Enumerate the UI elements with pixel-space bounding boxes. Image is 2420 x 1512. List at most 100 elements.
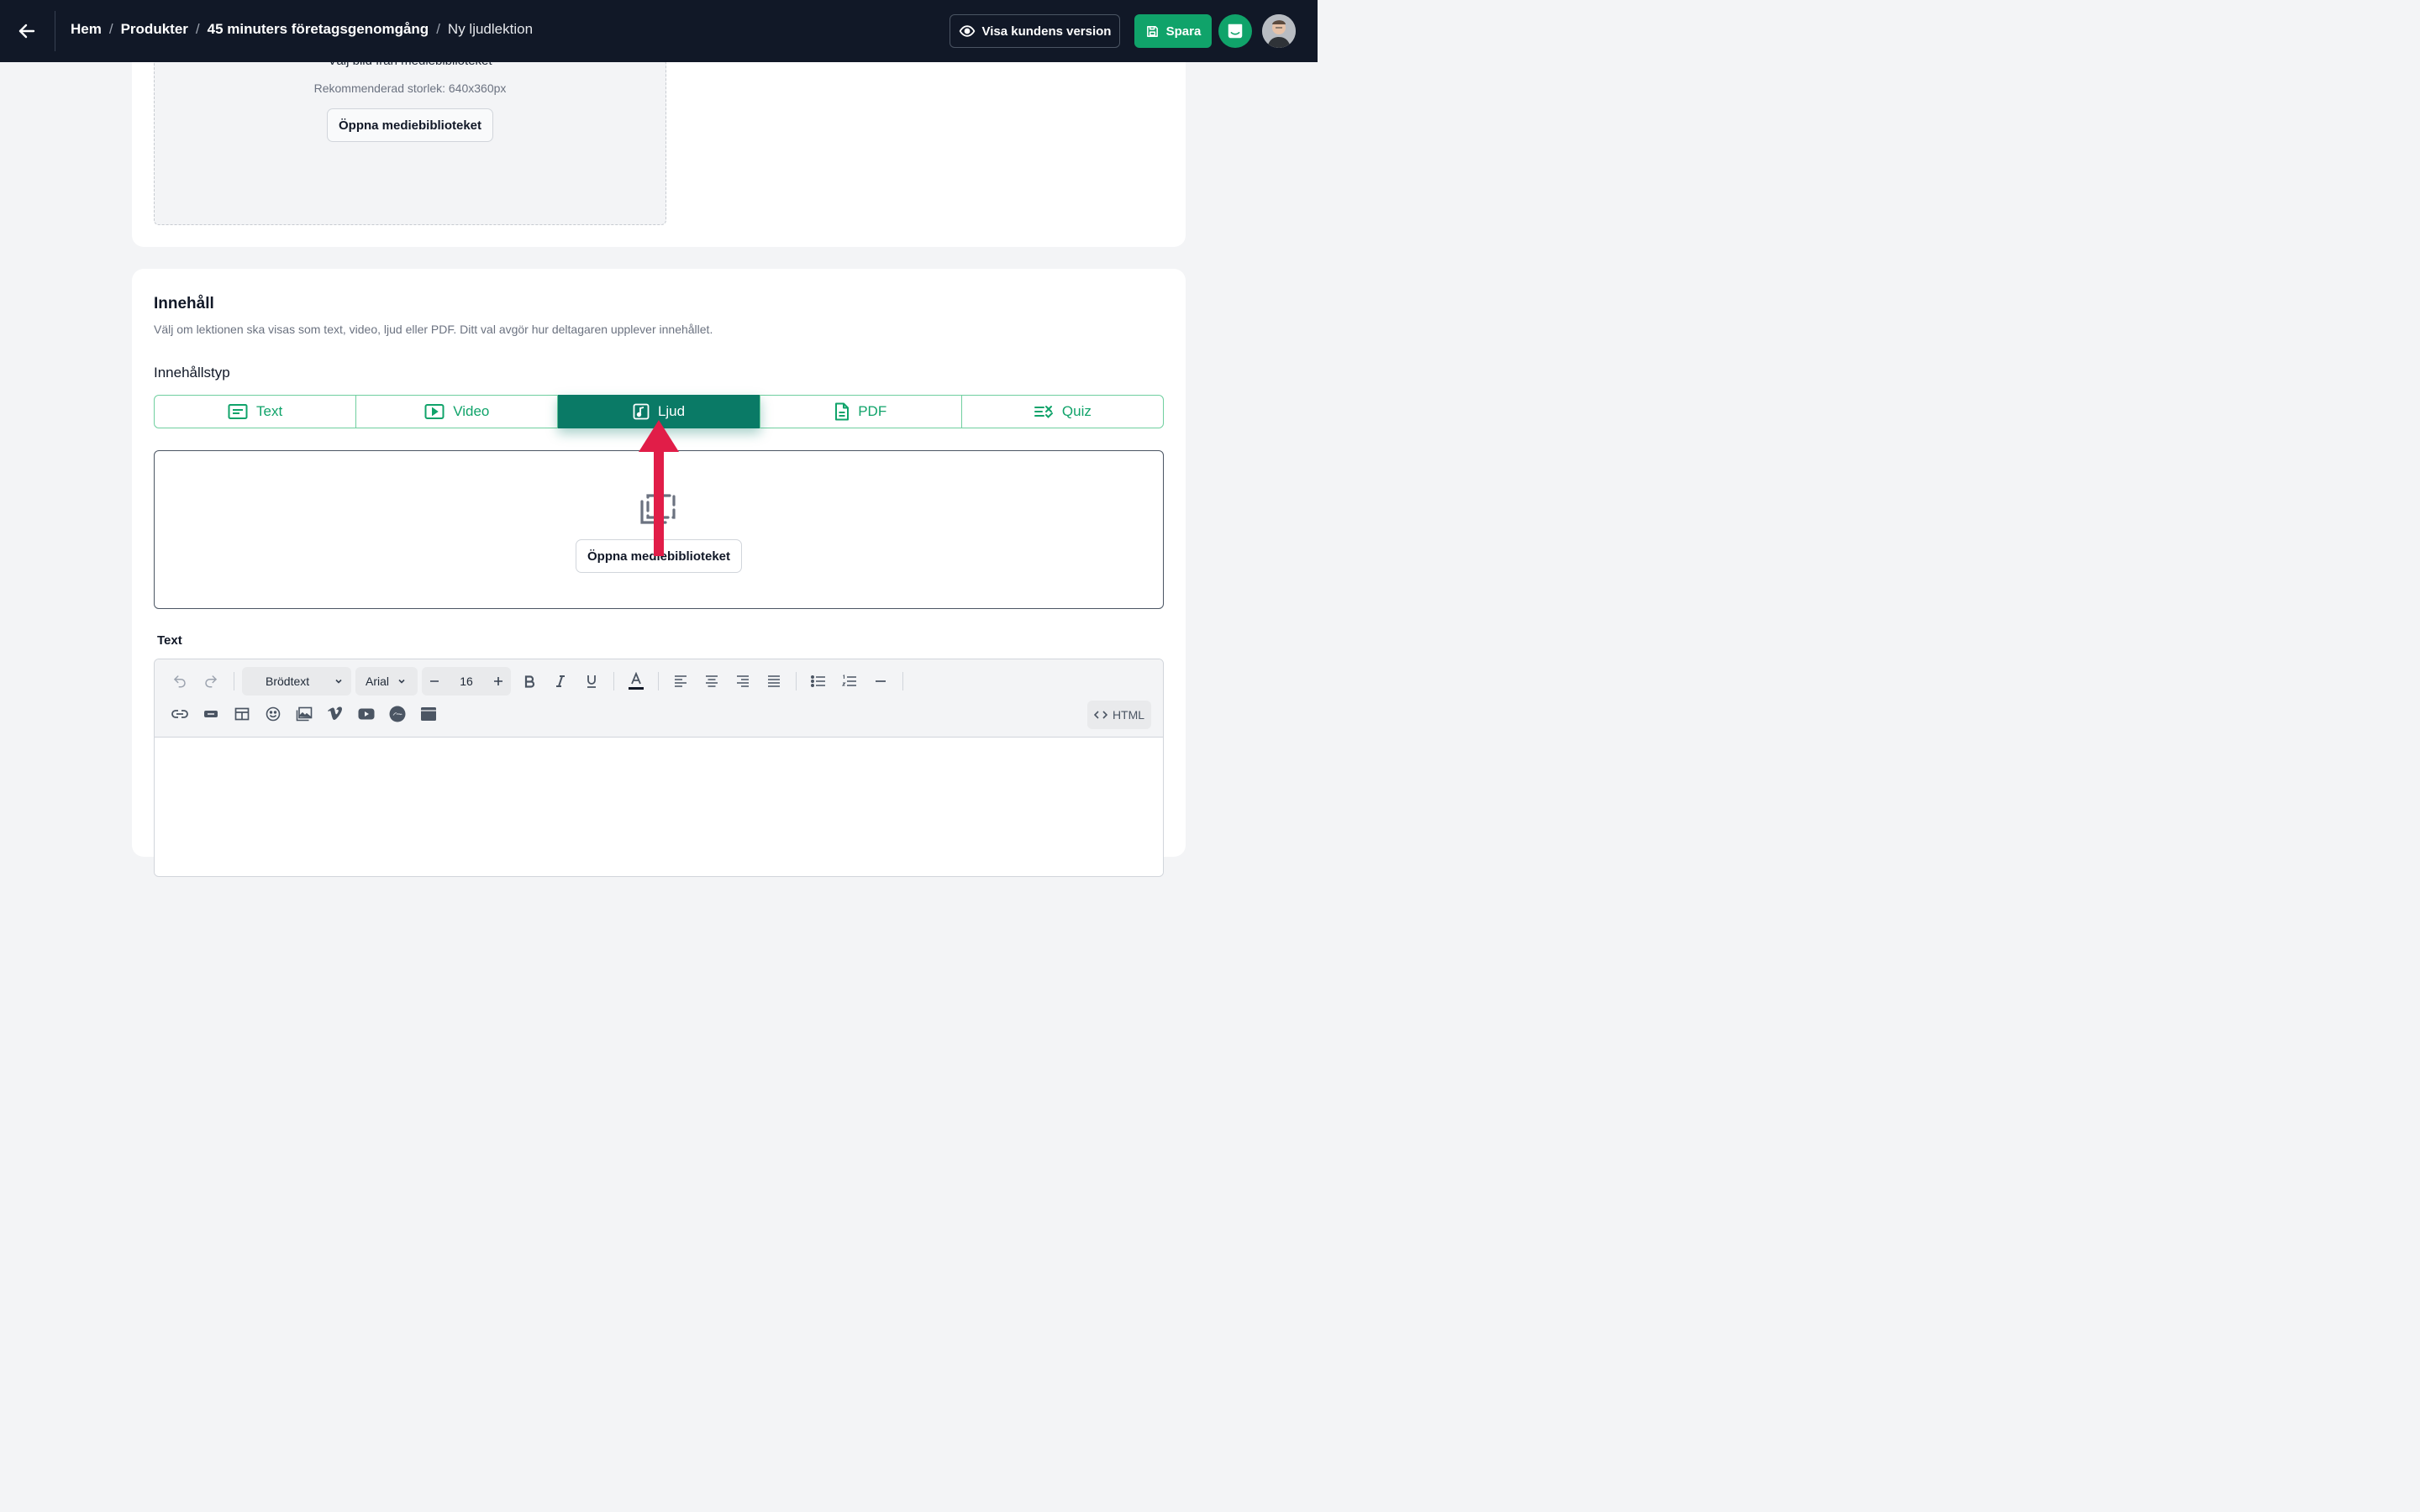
- breadcrumb-separator: /: [195, 21, 200, 37]
- save-icon: [1146, 25, 1158, 37]
- editor-content-area[interactable]: [155, 738, 1163, 876]
- undo-icon: [173, 675, 186, 688]
- youtube-icon: [358, 708, 375, 720]
- arrow-left-icon: [18, 24, 35, 39]
- emoji-icon: [266, 706, 281, 722]
- numbered-list-icon: [842, 675, 856, 686]
- content-type-quiz-label: Quiz: [1061, 403, 1092, 419]
- image-gallery-icon: [296, 706, 313, 722]
- content-type-text[interactable]: Text: [155, 396, 357, 428]
- eye-icon: [959, 25, 975, 37]
- text-icon: [228, 404, 248, 419]
- content-type-pdf-label: PDF: [858, 403, 887, 419]
- toolbar-separator: [796, 672, 797, 690]
- content-type-pdf[interactable]: PDF: [760, 396, 962, 428]
- font-family-value: Arial: [366, 675, 390, 688]
- align-left-button[interactable]: [670, 670, 692, 692]
- back-button[interactable]: [12, 16, 42, 46]
- section-description: Välj om lektionen ska visas som text, vi…: [154, 323, 713, 336]
- canva-icon: [389, 706, 406, 722]
- insert-canva-button[interactable]: [387, 703, 408, 725]
- annotation-arrow-icon: [639, 420, 679, 556]
- breadcrumb-separator: /: [108, 21, 113, 37]
- table-icon: [234, 707, 250, 721]
- insert-emoji-button[interactable]: [262, 703, 284, 725]
- underline-button[interactable]: [581, 670, 602, 692]
- image-card: Välj bild från mediebiblioteket Rekommen…: [132, 34, 1186, 247]
- content-type-audio-label: Ljud: [657, 403, 686, 419]
- breadcrumb-current: Ny ljudlektion: [447, 21, 534, 37]
- content-type-video-label: Video: [453, 403, 490, 419]
- top-bar: Hem / Produkter / 45 minuters företagsge…: [0, 0, 1318, 62]
- breadcrumb-separator: /: [436, 21, 440, 37]
- chevron-down-icon: [335, 679, 342, 684]
- horizontal-rule-icon: [876, 680, 886, 682]
- minus-icon[interactable]: [429, 675, 440, 687]
- preview-customer-label: Visa kundens version: [981, 24, 1112, 39]
- font-family-dropdown[interactable]: Arial: [355, 667, 418, 696]
- embed-window-icon: [421, 707, 436, 721]
- video-icon: [424, 404, 445, 419]
- html-source-label: HTML: [1112, 708, 1145, 722]
- save-button[interactable]: Spara: [1134, 14, 1212, 48]
- editor-toolbar: Brödtext Arial 16 HTML: [155, 659, 1163, 738]
- text-color-button[interactable]: [625, 670, 647, 692]
- link-icon: [171, 710, 188, 718]
- bold-button[interactable]: [518, 670, 540, 692]
- undo-button[interactable]: [169, 670, 191, 692]
- insert-youtube-button[interactable]: [355, 703, 377, 725]
- horizontal-rule-button[interactable]: [870, 670, 892, 692]
- align-center-icon: [706, 675, 718, 687]
- image-size-hint: Rekommenderad storlek: 640x360px: [313, 81, 507, 95]
- block-format-value: Brödtext: [266, 675, 310, 688]
- breadcrumb-products[interactable]: Produkter: [121, 21, 188, 38]
- image-dropzone[interactable]: Välj bild från mediebiblioteket Rekommen…: [154, 59, 666, 225]
- vimeo-icon: [328, 706, 343, 720]
- align-right-button[interactable]: [732, 670, 754, 692]
- content-type-text-label: Text: [256, 403, 283, 419]
- audio-icon: [633, 403, 650, 420]
- block-format-dropdown[interactable]: Brödtext: [242, 667, 351, 696]
- insert-link-button[interactable]: [169, 703, 191, 725]
- chat-button[interactable]: [1218, 14, 1252, 48]
- insert-embed-button[interactable]: [418, 703, 439, 725]
- insert-table-button[interactable]: [231, 703, 253, 725]
- user-avatar[interactable]: [1262, 14, 1296, 48]
- text-color-icon: [629, 672, 644, 690]
- bullet-list-button[interactable]: [808, 670, 829, 692]
- numbered-list-button[interactable]: [839, 670, 860, 692]
- align-justify-icon: [768, 675, 780, 687]
- insert-image-button[interactable]: [293, 703, 315, 725]
- align-center-button[interactable]: [701, 670, 723, 692]
- code-icon: [1093, 711, 1107, 719]
- underline-icon: [587, 675, 596, 688]
- plus-icon[interactable]: [492, 675, 504, 687]
- content-type-video[interactable]: Video: [356, 396, 559, 428]
- bullet-list-icon: [811, 675, 825, 687]
- breadcrumb-product[interactable]: 45 minuters företagsgenomgång: [208, 21, 429, 38]
- preview-customer-button[interactable]: Visa kundens version: [950, 14, 1120, 48]
- content-type-quiz[interactable]: Quiz: [962, 396, 1163, 428]
- insert-button-element[interactable]: [200, 703, 222, 725]
- save-label: Spara: [1165, 24, 1202, 39]
- content-type-label: Innehållstyp: [154, 365, 230, 381]
- align-left-icon: [675, 675, 687, 687]
- redo-button[interactable]: [200, 670, 222, 692]
- open-media-library-button[interactable]: Öppna mediebiblioteket: [327, 108, 493, 142]
- italic-button[interactable]: [550, 670, 571, 692]
- chat-icon: [1228, 24, 1243, 39]
- rich-text-editor: Brödtext Arial 16 HTML: [154, 659, 1164, 877]
- redo-icon: [205, 675, 218, 688]
- pdf-icon: [835, 402, 850, 421]
- bold-icon: [524, 675, 535, 688]
- breadcrumb-home[interactable]: Hem: [71, 21, 102, 38]
- italic-icon: [556, 675, 565, 687]
- toolbar-separator: [902, 672, 903, 690]
- content-card: Innehåll Välj om lektionen ska visas som…: [132, 269, 1186, 877]
- insert-vimeo-button[interactable]: [324, 703, 346, 725]
- html-source-button[interactable]: HTML: [1087, 701, 1151, 729]
- toolbar-separator: [658, 672, 659, 690]
- font-size-value[interactable]: 16: [460, 675, 473, 688]
- align-justify-button[interactable]: [763, 670, 785, 692]
- font-size-stepper: 16: [422, 667, 511, 696]
